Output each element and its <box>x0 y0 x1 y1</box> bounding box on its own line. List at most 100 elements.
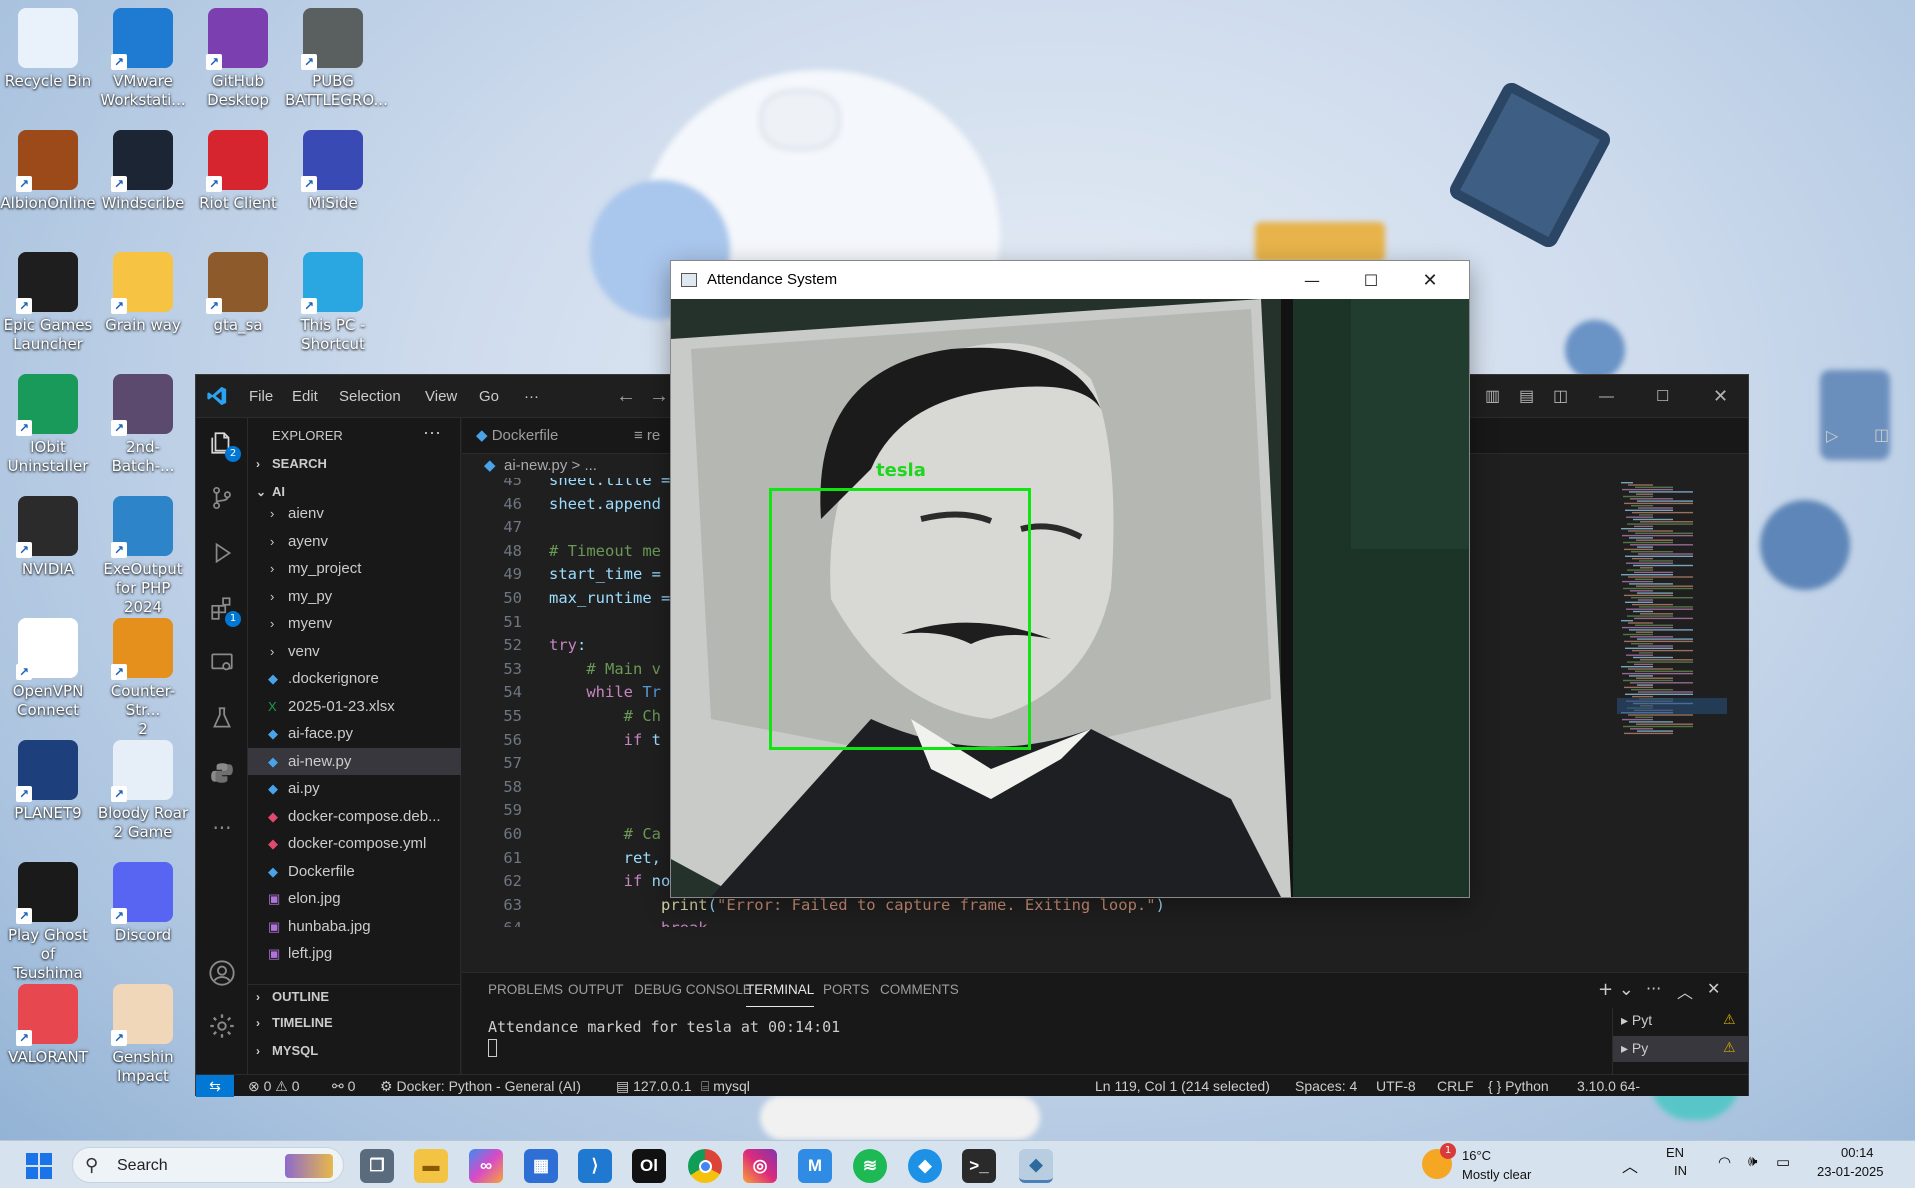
panel-tab-ports[interactable]: PORTS <box>823 973 869 1007</box>
status-python-version[interactable]: 3.10.0 64- <box>1577 1075 1640 1097</box>
desktop-shortcut-this-pc[interactable]: ↗ This PC - Shortcut <box>285 248 381 354</box>
notion-icon[interactable]: Ol <box>632 1149 666 1183</box>
tab-dockerfile[interactable]: ◆ Dockerfile <box>476 418 558 454</box>
desktop-shortcut-openvpn[interactable]: ↗ OpenVPN Connect <box>0 614 96 720</box>
toggle-panel-icon[interactable]: ▤ <box>1519 375 1534 418</box>
panel-tab-debug-console[interactable]: DEBUG CONSOLE <box>634 973 752 1007</box>
maximize-panel-icon[interactable]: ︿ <box>1677 979 1693 1003</box>
tree-file[interactable]: ▣ elon.jpg <box>248 885 461 912</box>
close-panel-icon[interactable]: ✕ <box>1707 979 1720 998</box>
desktop-shortcut-riot-client[interactable]: ↗ Riot Client <box>190 126 286 213</box>
status-ports[interactable]: ⚯ 0 <box>332 1075 355 1097</box>
desktop-shortcut-bloody-roar[interactable]: ↗ Bloody Roar 2 Game <box>95 736 191 842</box>
language-indicator[interactable]: EN <box>1666 1145 1684 1160</box>
close-icon[interactable]: ✕ <box>1401 261 1459 299</box>
chrome-icon[interactable] <box>688 1149 722 1183</box>
menu-edit[interactable]: Edit <box>292 375 318 418</box>
desktop-shortcut-discord[interactable]: ↗ Discord <box>95 858 191 945</box>
tree-folder[interactable]: › my_py <box>248 583 461 610</box>
desktop-shortcut-counter-str[interactable]: ↗ Counter-Str... 2 <box>95 614 191 739</box>
menu-file[interactable]: File <box>249 375 273 418</box>
copilot-icon[interactable]: ∞ <box>469 1149 503 1183</box>
tree-folder[interactable]: › ayenv <box>248 528 461 555</box>
docker-desktop-icon[interactable]: ◆ <box>908 1149 942 1183</box>
tree-file[interactable]: ◆ ai.py <box>248 775 461 802</box>
status-eol[interactable]: CRLF <box>1437 1075 1474 1097</box>
status-problems[interactable]: ⊗ 0 ⚠ 0 <box>248 1075 300 1097</box>
maximize-icon[interactable]: ☐ <box>1656 375 1669 418</box>
tree-folder[interactable]: › venv <box>248 638 461 665</box>
new-terminal-icon[interactable]: + ⌄ <box>1598 979 1634 1000</box>
task-view-icon[interactable]: ❐ <box>360 1149 394 1183</box>
testing-icon[interactable] <box>207 703 237 733</box>
tree-folder[interactable]: › my_project <box>248 555 461 582</box>
battery-icon[interactable]: ▭ <box>1776 1153 1790 1171</box>
clock-time[interactable]: 00:14 <box>1841 1145 1874 1160</box>
extensions-icon[interactable]: 1 <box>207 593 241 627</box>
tree-file[interactable]: ◆ ai-face.py <box>248 720 461 747</box>
panel-tab-output[interactable]: OUTPUT <box>568 973 624 1007</box>
desktop-shortcut-play-ghost-of[interactable]: ↗ Play Ghost of Tsushima <box>0 858 96 983</box>
tree-file[interactable]: ▣ left.jpg <box>248 940 461 967</box>
terminal-output[interactable]: Attendance marked for tesla at 00:14:01 <box>488 1018 840 1036</box>
status-docker-context[interactable]: ⚙ Docker: Python - General (AI) <box>380 1075 581 1097</box>
explorer-icon[interactable]: 2 <box>207 428 241 462</box>
remote-explorer-icon[interactable] <box>207 648 237 678</box>
clock-date[interactable]: 23-01-2025 <box>1817 1164 1884 1179</box>
explorer-more-icon[interactable]: ··· <box>423 422 441 443</box>
minimap[interactable] <box>1617 478 1727 927</box>
taskbar-search-box[interactable]: ⚲ Search <box>72 1147 344 1183</box>
desktop-shortcut-miside[interactable]: ↗ MiSide <box>285 126 381 213</box>
desktop-shortcut-planet9[interactable]: ↗ PLANET9 <box>0 736 96 823</box>
desktop-shortcut-albiononline[interactable]: ↗ AlbionOnline <box>0 126 96 213</box>
settings-gear-icon[interactable] <box>207 1011 237 1041</box>
menu-go[interactable]: Go <box>479 375 499 418</box>
tree-folder[interactable]: › myenv <box>248 610 461 637</box>
minimize-icon[interactable]: — <box>1283 261 1341 299</box>
desktop-shortcut-genshin[interactable]: ↗ Genshin Impact <box>95 980 191 1086</box>
remote-indicator-icon[interactable]: ⇆ <box>196 1075 234 1097</box>
tree-file[interactable]: ◆ Dockerfile <box>248 858 461 885</box>
instagram-icon[interactable]: ◎ <box>743 1149 777 1183</box>
mail-icon[interactable]: M <box>798 1149 832 1183</box>
editor-more-icon[interactable]: ··· <box>1908 423 1915 442</box>
tree-file[interactable]: ▣ hunbaba.jpg <box>248 913 461 940</box>
maximize-icon[interactable]: ☐ <box>1342 261 1400 299</box>
tree-file[interactable]: ◆ ai-new.py <box>248 747 461 775</box>
weather-widget[interactable]: 1 16°C Mostly clear <box>1420 1143 1580 1187</box>
close-icon[interactable]: ✕ <box>1713 375 1728 418</box>
split-editor-icon[interactable]: ◫ <box>1874 425 1889 444</box>
status-indentation[interactable]: Spaces: 4 <box>1295 1075 1357 1097</box>
terminal-icon[interactable]: >_ <box>962 1149 996 1183</box>
status-encoding[interactable]: UTF-8 <box>1376 1075 1416 1097</box>
tree-folder[interactable]: › aienv <box>248 500 461 527</box>
accounts-icon[interactable] <box>207 958 237 988</box>
panel-more-icon[interactable]: ··· <box>1646 979 1661 998</box>
menu-view[interactable]: View <box>425 375 457 418</box>
minimize-icon[interactable]: — <box>1599 375 1614 418</box>
section-mysql[interactable]: › MYSQL <box>248 1039 461 1063</box>
desktop-shortcut-grain-way[interactable]: ↗ Grain way <box>95 248 191 335</box>
desktop-shortcut-epic-games[interactable]: ↗ Epic Games Launcher <box>0 248 96 354</box>
source-control-icon[interactable] <box>207 483 237 513</box>
run-debug-icon[interactable] <box>207 538 237 568</box>
nav-back-icon[interactable]: ← <box>616 375 636 418</box>
terminal-list-item[interactable]: ▸ Py <box>1621 1040 1648 1057</box>
run-file-icon[interactable]: ▷ <box>1826 426 1838 445</box>
desktop-shortcut-exeoutput[interactable]: ↗ ExeOutput for PHP 2024 <box>95 492 191 617</box>
status-db-connection[interactable]: ▤ 127.0.0.1 <box>616 1075 692 1097</box>
panel-tab-comments[interactable]: COMMENTS <box>880 973 959 1007</box>
panel-tab-terminal[interactable]: TERMINAL <box>746 973 815 1007</box>
desktop-shortcut-nvidia[interactable]: ↗ NVIDIA <box>0 492 96 579</box>
nav-forward-icon[interactable]: → <box>649 375 669 418</box>
desktop-shortcut-github[interactable]: ↗ GitHub Desktop <box>190 4 286 110</box>
desktop-shortcut-recycle-bin[interactable]: Recycle Bin <box>0 4 96 91</box>
desktop-shortcut-valorant[interactable]: ↗ VALORANT <box>0 980 96 1067</box>
menu-selection[interactable]: Selection <box>339 375 401 418</box>
desktop-shortcut-gta-sa[interactable]: ↗ gta_sa <box>190 248 286 335</box>
chevron-up-icon[interactable]: ︿ <box>1622 1153 1638 1177</box>
section-outline[interactable]: › OUTLINE <box>248 984 461 1008</box>
microsoft-store-icon[interactable]: ▦ <box>524 1149 558 1183</box>
section-timeline[interactable]: › TIMELINE <box>248 1011 461 1035</box>
status-language[interactable]: { } Python <box>1488 1075 1549 1097</box>
